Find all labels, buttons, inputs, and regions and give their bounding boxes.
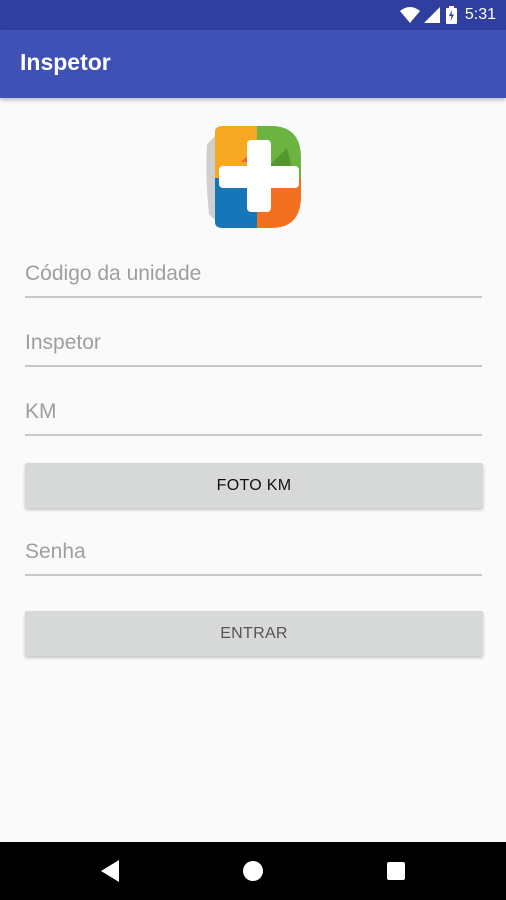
back-icon[interactable]: [81, 842, 141, 900]
password-input[interactable]: [25, 530, 482, 576]
app-bar: Inspetor: [0, 30, 506, 98]
login-button[interactable]: ENTRAR: [25, 611, 483, 656]
photo-km-button[interactable]: FOTO KM: [25, 463, 483, 508]
wifi-icon: [399, 7, 420, 23]
app-logo-icon: [201, 122, 305, 232]
inspector-input[interactable]: [25, 321, 482, 367]
km-input[interactable]: [25, 390, 482, 436]
app-title: Inspetor: [20, 49, 111, 75]
recents-icon[interactable]: [366, 842, 426, 900]
home-icon[interactable]: [223, 842, 283, 900]
navigation-bar: [0, 842, 506, 900]
status-bar: 5:31: [0, 0, 506, 30]
unit-code-input[interactable]: [25, 252, 482, 298]
battery-icon: [445, 6, 457, 24]
status-icons: 5:31: [399, 0, 496, 30]
signal-icon: [423, 7, 440, 23]
status-time: 5:31: [464, 6, 496, 23]
